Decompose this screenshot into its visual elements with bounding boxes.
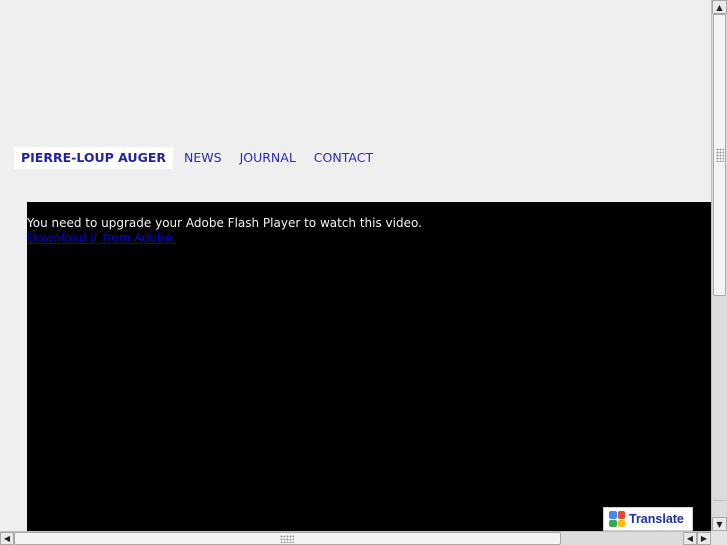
vertical-scrollbar[interactable]: ▲ ▼ [711, 0, 727, 531]
web-page: PIERRE-LOUP AUGER NEWS JOURNAL CONTACT Y… [0, 0, 727, 545]
flash-upgrade-message: You need to upgrade your Adobe Flash Pla… [27, 216, 422, 230]
nav-item-news[interactable]: NEWS [184, 147, 222, 169]
nav-item-journal[interactable]: JOURNAL [240, 147, 296, 169]
flash-video-player[interactable]: You need to upgrade your Adobe Flash Pla… [27, 202, 713, 532]
site-navigation: PIERRE-LOUP AUGER NEWS JOURNAL CONTACT [14, 147, 373, 169]
google-translate-icon [609, 511, 625, 527]
translate-button[interactable]: Translate [603, 507, 693, 531]
arrow-down-icon[interactable]: ▼ [712, 517, 727, 531]
vertical-scroll-track[interactable] [713, 500, 726, 517]
site-title-link[interactable]: PIERRE-LOUP AUGER [14, 147, 174, 169]
nav-item-contact[interactable]: CONTACT [314, 147, 373, 169]
grip-icon [280, 535, 294, 543]
scrollbar-corner [711, 531, 727, 545]
download-flash-link[interactable]: Download it from Adobe. [27, 231, 176, 245]
arrow-left-icon[interactable]: ◀ [683, 532, 697, 545]
arrow-left-icon[interactable]: ◀ [0, 532, 14, 545]
arrow-right-icon[interactable]: ▶ [697, 532, 711, 545]
arrow-up-icon[interactable]: ▲ [712, 0, 727, 14]
horizontal-scrollbar[interactable]: ◀ ◀ ▶ [0, 531, 711, 545]
horizontal-scroll-thumb[interactable] [14, 532, 561, 545]
translate-label: Translate [629, 512, 684, 526]
grip-icon [716, 148, 724, 162]
vertical-scroll-thumb[interactable] [713, 14, 726, 296]
